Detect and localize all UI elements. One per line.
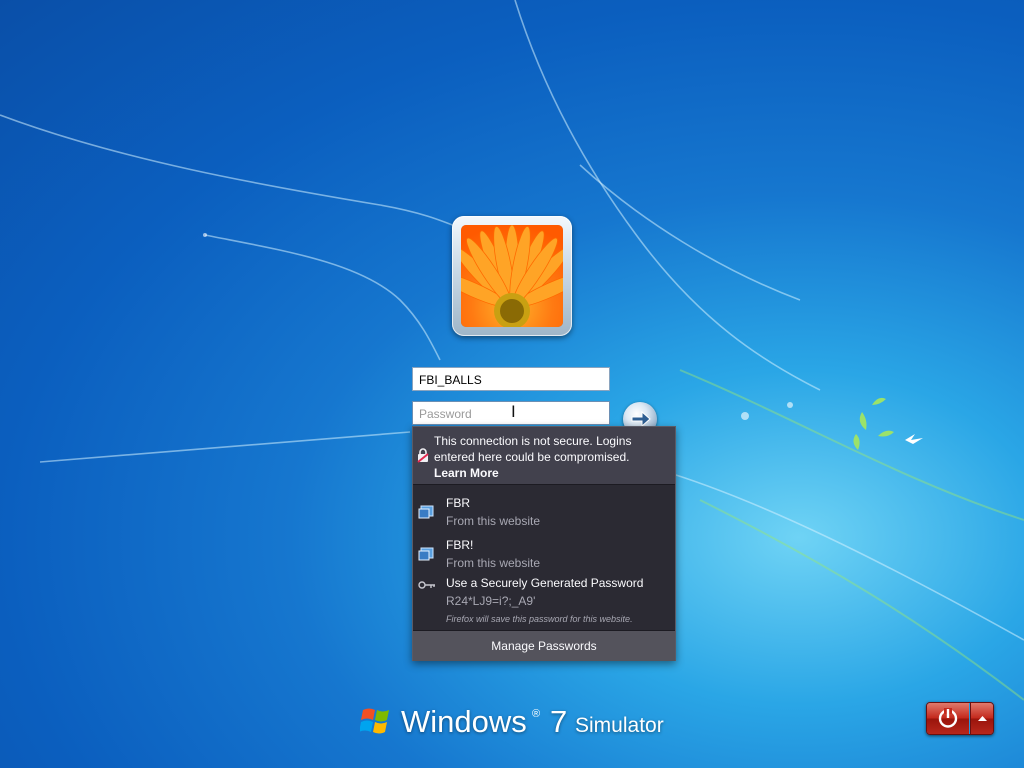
brand-registered-mark: ® [532,708,541,720]
warning-text: This connection is not secure. Logins en… [434,434,632,464]
brand-version: 7 [550,704,568,739]
ibeam-cursor-icon: I [511,402,516,421]
generated-password-item[interactable]: Use a Securely Generated Password R24*LJ… [413,575,675,627]
site-icon [418,505,434,519]
key-icon [418,581,435,589]
brand-windows-text: Windows [401,704,527,739]
saved-login-username: FBR [446,496,470,510]
saved-login-item[interactable]: FBR From this website [413,491,675,531]
power-icon [938,708,958,728]
saved-login-item[interactable]: FBR! From this website [413,533,675,573]
password-autocomplete-popup: This connection is not secure. Logins en… [412,426,676,661]
saved-login-source: From this website [446,514,541,528]
lock-warning-icon [417,448,429,463]
user-avatar [461,225,563,327]
chevron-up-icon [978,716,987,721]
username-value: FBI_BALLS [419,373,482,387]
generated-password-value: R24*LJ9=i?;_A9' [446,594,536,608]
username-field[interactable]: FBI_BALLS [412,367,610,391]
generated-password-title: Use a Securely Generated Password [446,576,644,590]
manage-passwords-button[interactable]: Manage Passwords [413,630,675,661]
windows-logo-icon [360,708,389,734]
generated-password-note: Firefox will save this password for this… [446,614,633,624]
shutdown-button[interactable] [927,703,969,734]
site-icon [418,547,434,561]
saved-login-username: FBR! [446,538,474,552]
shutdown-options-button[interactable] [970,703,993,734]
password-placeholder: Password [419,407,472,421]
saved-login-source: From this website [446,556,541,570]
power-controls [926,702,994,735]
brand-suffix: Simulator [575,714,664,737]
learn-more-link[interactable]: Learn More [434,465,499,481]
insecure-login-warning[interactable]: This connection is not secure. Logins en… [413,427,675,485]
user-avatar-frame[interactable] [452,216,572,336]
